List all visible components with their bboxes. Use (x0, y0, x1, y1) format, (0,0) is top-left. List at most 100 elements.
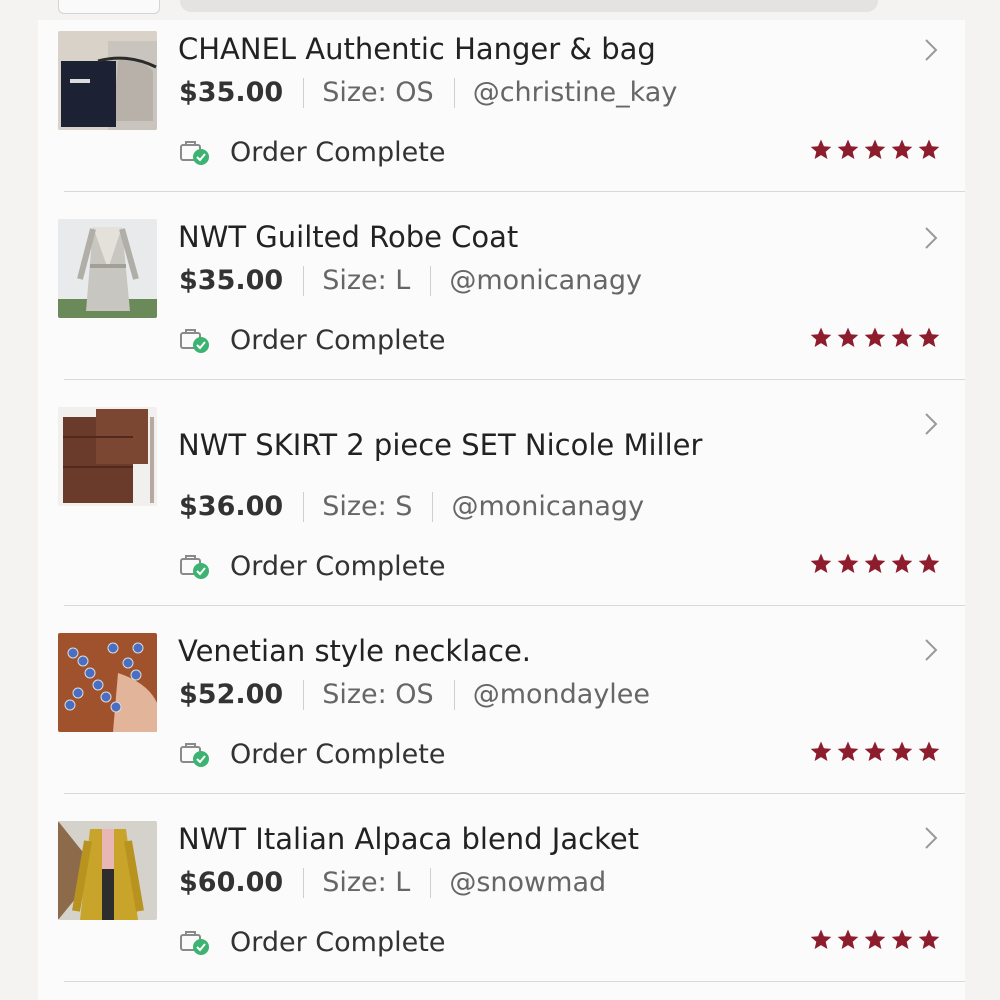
order-status: Order Complete (180, 551, 445, 582)
seller-username[interactable]: @christine_kay (473, 77, 678, 108)
item-title: CHANEL Authentic Hanger & bag (178, 32, 656, 66)
status-label: Order Complete (230, 551, 446, 582)
star-icon (810, 553, 832, 573)
hanger-bag-photo (58, 31, 157, 130)
star-icon (810, 139, 832, 159)
seller-username[interactable]: @monicanagy (449, 265, 642, 296)
rating-stars (809, 326, 941, 350)
star-icon (891, 741, 913, 761)
order-complete-icon (180, 328, 209, 353)
star-icon (864, 327, 886, 347)
jacket-photo (58, 821, 157, 920)
star-icon (864, 139, 886, 159)
order-complete-icon (180, 554, 209, 579)
rating-stars (809, 928, 941, 952)
item-meta: $36.00 Size: S @monicanagy (179, 491, 644, 522)
item-price: $35.00 (179, 265, 284, 296)
robe-coat-photo (58, 219, 157, 318)
status-label: Order Complete (230, 927, 446, 958)
star-icon (837, 327, 859, 347)
star-icon (918, 327, 940, 347)
chevron-right-icon[interactable] (921, 824, 941, 852)
star-icon (891, 929, 913, 949)
item-price: $60.00 (179, 867, 284, 898)
rating-stars (809, 740, 941, 764)
order-complete-icon (180, 930, 209, 955)
order-complete-icon (180, 742, 209, 767)
status-label: Order Complete (230, 137, 446, 168)
item-price: $36.00 (179, 491, 284, 522)
star-icon (918, 553, 940, 573)
divider (430, 265, 432, 296)
star-icon (864, 553, 886, 573)
status-label: Order Complete (230, 739, 446, 770)
item-price: $52.00 (179, 679, 284, 710)
chevron-right-icon[interactable] (921, 224, 941, 252)
chevron-right-icon[interactable] (921, 410, 941, 438)
order-status: Order Complete (180, 739, 445, 770)
order-complete-icon (180, 140, 209, 165)
divider (430, 867, 432, 898)
star-icon (837, 741, 859, 761)
star-icon (918, 741, 940, 761)
item-meta: $60.00 Size: L @snowmad (179, 867, 606, 898)
item-meta: $35.00 Size: OS @christine_kay (179, 77, 677, 108)
order-status: Order Complete (180, 137, 445, 168)
list-item[interactable]: Venetian style necklace. $52.00 Size: OS… (38, 606, 965, 794)
divider (432, 491, 434, 522)
row-divider (64, 981, 965, 982)
star-icon (864, 929, 886, 949)
divider (303, 77, 305, 108)
filter-button[interactable] (58, 0, 160, 14)
item-title: NWT SKIRT 2 piece SET Nicole Miller (178, 428, 703, 462)
divider (303, 679, 305, 710)
divider (303, 867, 305, 898)
star-icon (918, 139, 940, 159)
star-icon (918, 929, 940, 949)
order-list: CHANEL Authentic Hanger & bag $35.00 Siz… (38, 20, 965, 1000)
seller-username[interactable]: @mondaylee (473, 679, 650, 710)
status-label: Order Complete (230, 325, 446, 356)
divider (303, 491, 305, 522)
order-status: Order Complete (180, 325, 445, 356)
chevron-right-icon[interactable] (921, 36, 941, 64)
necklace-photo (58, 633, 157, 732)
top-bar (0, 0, 1000, 20)
list-item[interactable]: CHANEL Authentic Hanger & bag $35.00 Siz… (38, 20, 965, 192)
star-icon (810, 741, 832, 761)
item-size: Size: S (322, 491, 413, 522)
item-title: NWT Guilted Robe Coat (178, 220, 519, 254)
item-size: Size: L (322, 867, 411, 898)
order-status: Order Complete (180, 927, 445, 958)
item-meta: $52.00 Size: OS @mondaylee (179, 679, 650, 710)
seller-username[interactable]: @monicanagy (451, 491, 644, 522)
star-icon (864, 741, 886, 761)
item-size: Size: OS (322, 679, 434, 710)
list-item[interactable]: NWT Guilted Robe Coat $35.00 Size: L @mo… (38, 192, 965, 380)
list-item[interactable]: NWT SKIRT 2 piece SET Nicole Miller $36.… (38, 380, 965, 606)
item-title: Venetian style necklace. (178, 634, 531, 668)
item-meta: $35.00 Size: L @monicanagy (179, 265, 642, 296)
item-price: $35.00 (179, 77, 284, 108)
item-title: NWT Italian Alpaca blend Jacket (178, 822, 640, 856)
star-icon (837, 553, 859, 573)
star-icon (837, 139, 859, 159)
rating-stars (809, 552, 941, 576)
star-icon (891, 327, 913, 347)
divider (303, 265, 305, 296)
star-icon (810, 327, 832, 347)
search-input[interactable] (180, 0, 878, 12)
list-item[interactable]: NWT Italian Alpaca blend Jacket $60.00 S… (38, 794, 965, 982)
item-size: Size: OS (322, 77, 434, 108)
item-size: Size: L (322, 265, 411, 296)
star-icon (837, 929, 859, 949)
divider (453, 77, 455, 108)
chevron-right-icon[interactable] (921, 636, 941, 664)
star-icon (891, 139, 913, 159)
divider (453, 679, 455, 710)
skirt-set-photo (58, 407, 157, 506)
star-icon (891, 553, 913, 573)
rating-stars (809, 138, 941, 162)
star-icon (810, 929, 832, 949)
seller-username[interactable]: @snowmad (449, 867, 606, 898)
